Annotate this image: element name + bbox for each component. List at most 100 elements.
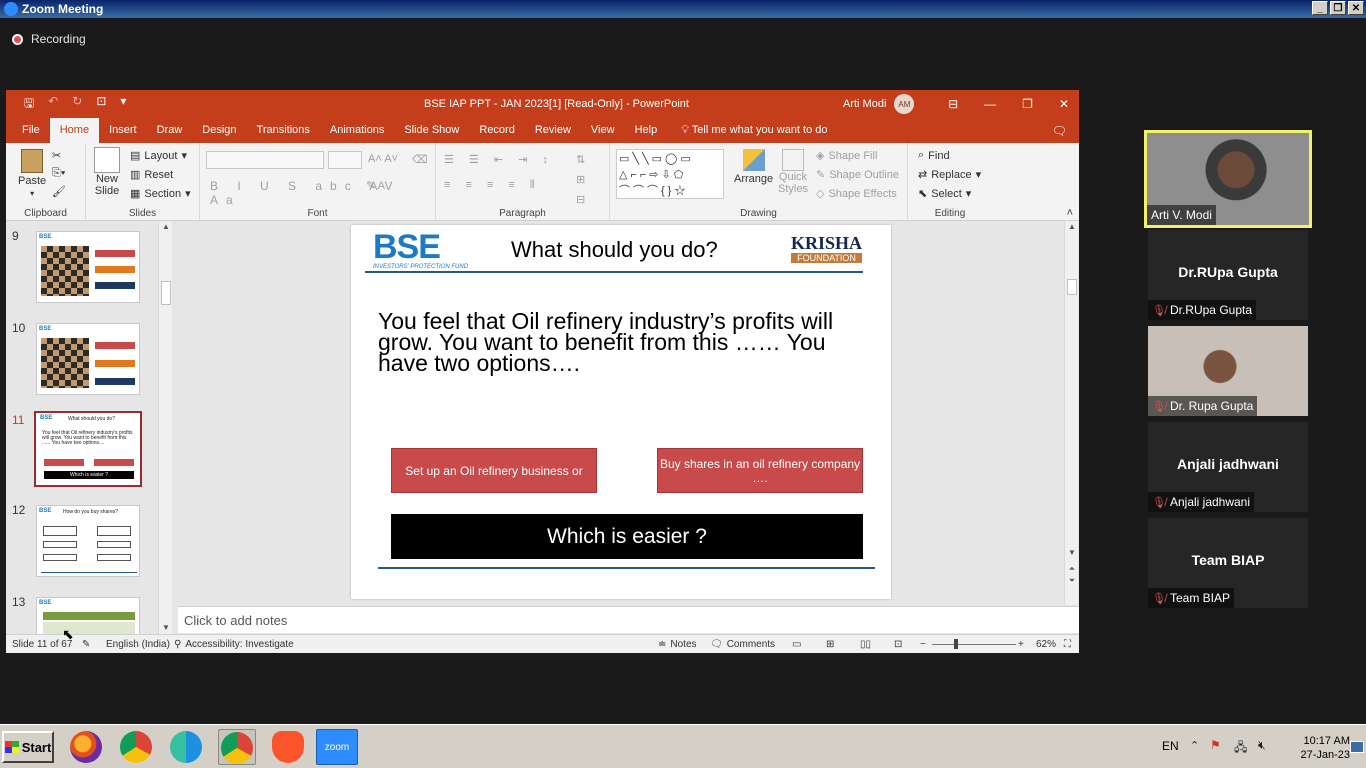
minimize-button[interactable]: _ (1312, 1, 1328, 15)
tell-me-search[interactable]: 💡︎ Tell me what you want to do (681, 118, 827, 143)
network-icon[interactable]: 🖧 (1234, 738, 1247, 759)
tab-slide-show[interactable]: Slide Show (394, 118, 469, 143)
language-status[interactable]: English (India) (106, 639, 170, 650)
notes-pane[interactable]: Click to add notes (178, 606, 1079, 633)
layout-button[interactable]: ▤ Layout ▾ (130, 149, 187, 163)
format-painter-icon[interactable]: 🖌︎ (52, 185, 66, 198)
scroll-thumb[interactable] (161, 281, 171, 305)
cut-icon[interactable]: ✂ (52, 149, 61, 162)
select-button[interactable]: ⬉ Select ▾ (918, 187, 971, 201)
scroll-up-icon[interactable]: ▲ (159, 221, 173, 233)
scroll-down-icon[interactable]: ▼ (159, 622, 173, 634)
highlight-icon[interactable]: ✎ A (366, 179, 385, 192)
new-slide-button[interactable]: New Slide (94, 147, 120, 197)
thumbnail-slide-11[interactable]: BSE What should you do? You feel that Oi… (34, 411, 142, 487)
normal-view-icon[interactable]: ▭ (792, 639, 801, 650)
reading-view-icon[interactable]: ▯▯ (860, 639, 871, 650)
tab-design[interactable]: Design (192, 118, 246, 143)
zoom-out-icon[interactable]: − (920, 639, 926, 650)
spellcheck-icon[interactable]: ✎ (82, 639, 90, 650)
undo-icon[interactable]: ↶ (48, 94, 58, 115)
scroll-down-icon[interactable]: ▼ (1065, 547, 1079, 559)
start-button[interactable]: Start (2, 731, 54, 763)
tab-home[interactable]: Home (49, 118, 100, 143)
zoom-taskbar-button[interactable]: zoom (316, 729, 358, 765)
ppt-close-icon[interactable]: ✕ (1059, 97, 1069, 111)
reset-button[interactable]: ▥ Reset (130, 168, 173, 182)
comments-button[interactable]: 🗨 Comments (710, 639, 775, 650)
shape-effects-button[interactable]: ◇ Shape Effects (816, 187, 897, 201)
firefox-icon[interactable] (70, 731, 102, 763)
previous-slide-icon[interactable]: ⏶ (1065, 563, 1079, 575)
slide-scrollbar[interactable]: ▲ ▼ ⏶ ⏷ (1064, 221, 1078, 605)
tab-draw[interactable]: Draw (147, 118, 193, 143)
brave-icon[interactable] (272, 731, 304, 763)
shapes-gallery[interactable]: ▭╲╲▭◯▭ △⌐⌐⇨⇩⬠ ⌒⌒⌒{}☆ (616, 149, 724, 199)
zoom-slider[interactable] (932, 644, 1016, 645)
system-clock[interactable]: 10:17 AM 27-Jan-23 (1300, 734, 1350, 762)
zoom-level[interactable]: 62% (1036, 639, 1056, 650)
volume-muted-icon[interactable]: 🔇︎ (1258, 738, 1266, 753)
tab-view[interactable]: View (581, 118, 625, 143)
accessibility-status[interactable]: ⚲ Accessibility: Investigate (174, 639, 294, 650)
participant-tile-arti[interactable]: Arti V. Modi (1144, 130, 1312, 228)
font-name-box[interactable] (206, 151, 324, 169)
section-button[interactable]: ▦ Section ▾ (130, 187, 191, 201)
text-direction-icon[interactable]: ⇅ (576, 153, 585, 166)
slideshow-start-icon[interactable]: ⊡ (96, 94, 106, 115)
thumbnails-scrollbar[interactable]: ▲ ▼ (158, 221, 172, 634)
ppt-restore-icon[interactable]: ❐ (1022, 97, 1033, 111)
quick-styles-button[interactable]: Quick Styles (778, 149, 808, 195)
show-desktop-icon[interactable] (1350, 741, 1364, 753)
copy-icon[interactable]: ⎘▾ (52, 167, 65, 180)
zoom-slider-thumb[interactable] (954, 639, 958, 649)
ribbon-display-icon[interactable]: ⊟ (948, 97, 958, 111)
scroll-up-icon[interactable]: ▲ (1065, 221, 1079, 233)
align-text-icon[interactable]: ⊞ (576, 173, 585, 186)
edge-icon[interactable] (170, 731, 202, 763)
list-icons[interactable]: ☰ ☰ ⇤ ⇥ ↕ (444, 153, 554, 166)
font-size-box[interactable] (328, 151, 362, 169)
thumbnail-slide-9[interactable]: BSE (36, 231, 140, 303)
qat-customize-icon[interactable]: ▾ (120, 94, 126, 115)
shape-fill-button[interactable]: ◈ Shape Fill (816, 149, 877, 163)
participant-tile-rupa[interactable]: Dr.RUpa Gupta 🎙︎̸ Dr.RUpa Gupta (1148, 230, 1308, 320)
align-icons[interactable]: ≡ ≡ ≡ ≡ ⫴ (444, 179, 541, 192)
action-center-icon[interactable]: ⚑ (1210, 738, 1221, 752)
arrange-button[interactable]: Arrange (734, 149, 773, 185)
participant-tile-team-biap[interactable]: Team BIAP 🎙︎̸ Team BIAP (1148, 518, 1308, 608)
tab-animations[interactable]: Animations (320, 118, 394, 143)
participant-tile-rupa-video[interactable]: 🎙︎̸ Dr. Rupa Gupta (1148, 326, 1308, 416)
ppt-minimize-icon[interactable]: — (984, 97, 996, 111)
tab-review[interactable]: Review (525, 118, 581, 143)
recording-indicator[interactable]: Recording (12, 32, 86, 46)
tab-transitions[interactable]: Transitions (247, 118, 320, 143)
user-name[interactable]: Arti Modi (843, 98, 886, 110)
save-icon[interactable]: 🖫 (24, 94, 34, 115)
scroll-thumb[interactable] (1067, 279, 1077, 295)
user-avatar[interactable]: AM (894, 94, 915, 114)
clear-format-icon[interactable]: ⌫ (412, 153, 428, 166)
comments-icon[interactable]: 🗨 (1052, 124, 1067, 138)
tab-help[interactable]: Help (625, 118, 668, 143)
zoom-in-icon[interactable]: + (1018, 639, 1024, 650)
close-button[interactable]: ✕ (1348, 1, 1364, 15)
chrome-icon[interactable] (120, 731, 152, 763)
restore-button[interactable]: ❐ (1330, 1, 1346, 15)
thumbnail-slide-12[interactable]: BSE How do you buy shares? (36, 505, 140, 577)
current-slide[interactable]: BSE INVESTORS' PROTECTION FUND What shou… (351, 225, 891, 599)
font-style-icons[interactable]: B I U S abc AV Aa (210, 179, 435, 207)
tab-insert[interactable]: Insert (99, 118, 147, 143)
smartart-icon[interactable]: ⊟ (576, 193, 585, 206)
paste-button[interactable]: Paste ▾ (18, 149, 46, 198)
replace-button[interactable]: ⇄ Replace ▾ (918, 168, 981, 182)
notes-button[interactable]: ≐ Notes (658, 639, 697, 650)
slide-sorter-icon[interactable]: ⊞ (826, 639, 834, 650)
grow-font-icon[interactable]: A˄ A˅ (368, 153, 398, 165)
find-button[interactable]: ⌕ Find (918, 149, 950, 162)
language-indicator[interactable]: EN (1162, 739, 1179, 753)
tab-record[interactable]: Record (469, 118, 524, 143)
fit-slide-icon[interactable]: ⛶ (1064, 639, 1071, 650)
collapse-ribbon-icon[interactable]: ˄ (1067, 207, 1073, 219)
thumbnail-slide-13[interactable]: BSE (36, 597, 140, 634)
